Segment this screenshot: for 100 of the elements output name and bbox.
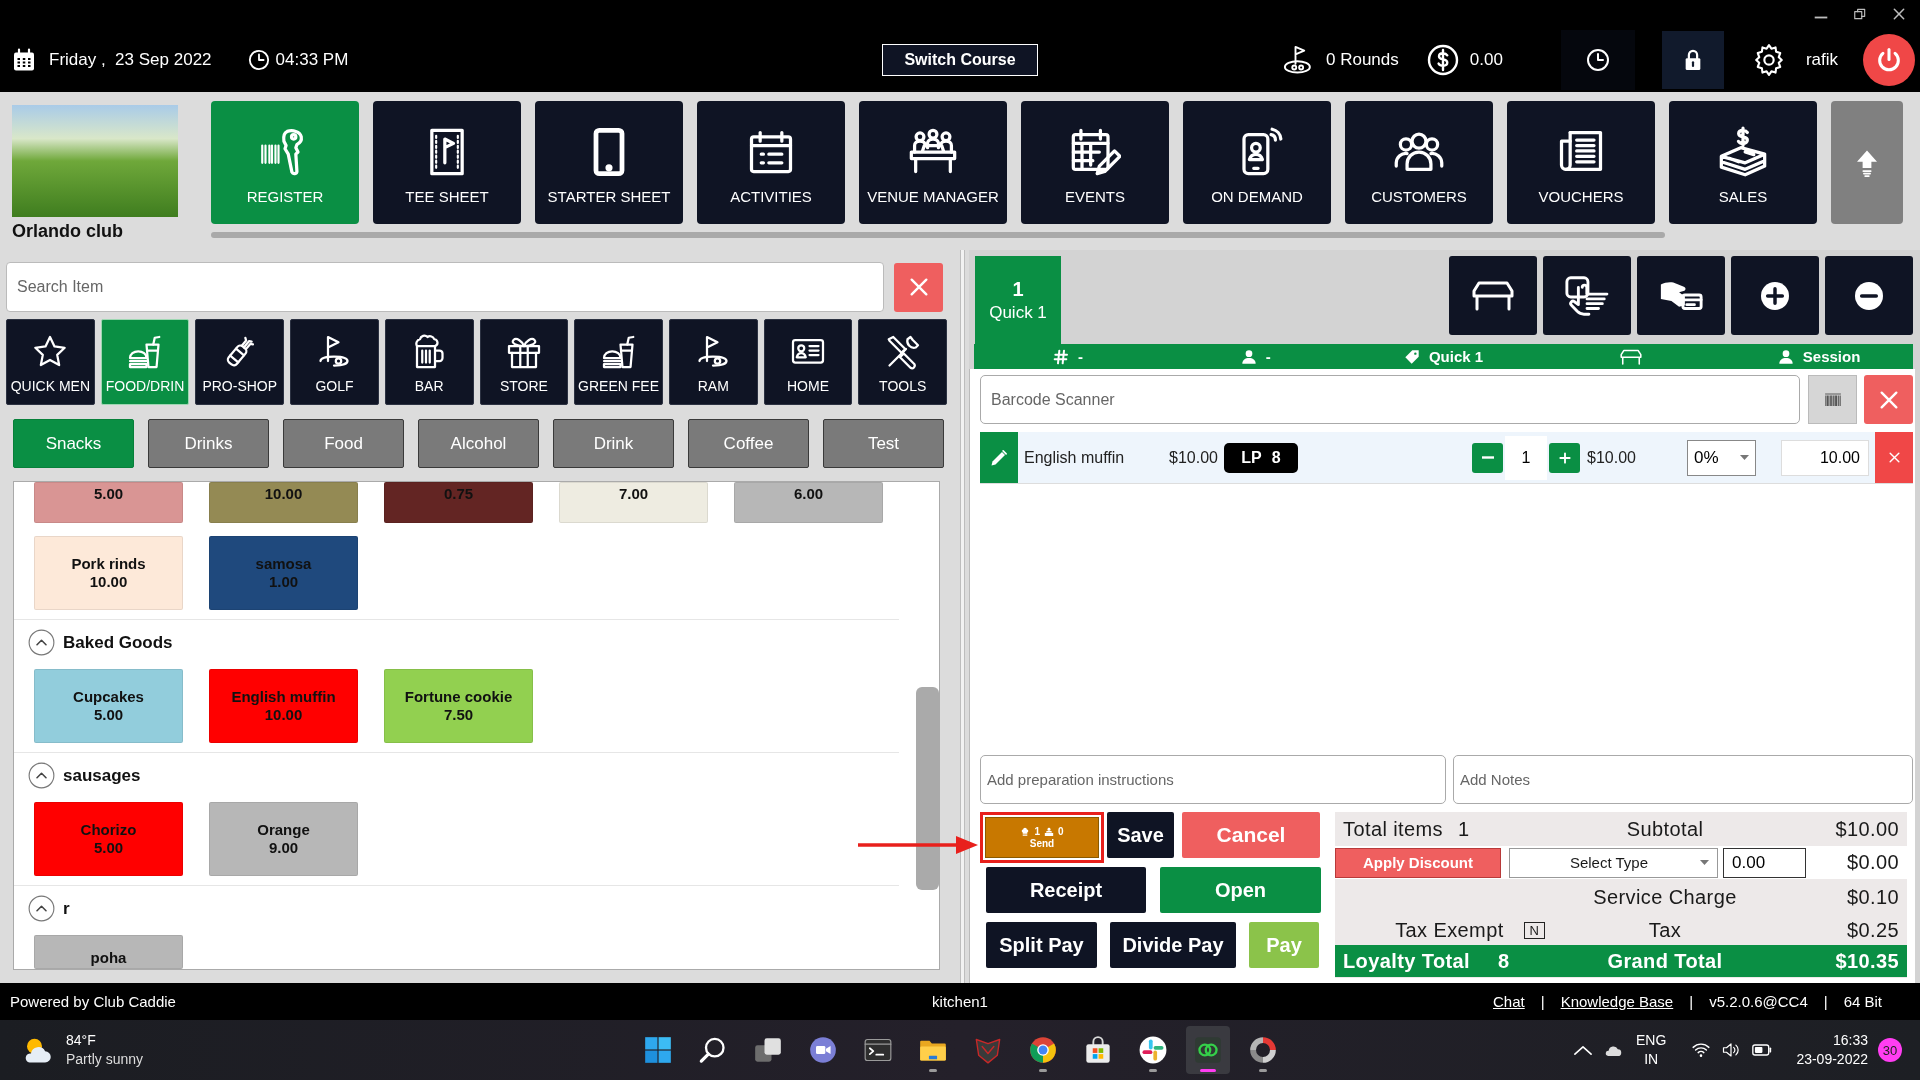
subcategory-tab[interactable]: Drinks <box>148 419 269 468</box>
add-button[interactable] <box>1731 256 1819 335</box>
horizontal-scrollbar[interactable] <box>211 232 1665 238</box>
category-tile[interactable]: HOME <box>763 319 853 405</box>
divide-pay-button[interactable]: Divide Pay <box>1110 922 1236 968</box>
product-tile[interactable]: poha <box>34 935 183 969</box>
food-drink-icon <box>600 334 637 370</box>
separator-text: | <box>1689 993 1694 1010</box>
power-button[interactable] <box>1863 34 1915 86</box>
loyalty-total-label: Loyalty Total <box>1343 949 1471 973</box>
preparation-field[interactable]: Add preparation instructions <box>980 755 1446 804</box>
group-title: Baked Goods <box>63 632 173 653</box>
category-tile[interactable]: GOLF <box>290 319 379 405</box>
notes-field[interactable]: Add Notes <box>1453 755 1913 804</box>
subcategory-tab[interactable]: Drink <box>553 419 674 468</box>
touch-button[interactable] <box>1543 256 1631 335</box>
nav-tile[interactable]: TEE SHEET <box>373 101 521 224</box>
region-text[interactable]: IN <box>1644 1050 1659 1069</box>
nav-tile[interactable]: VENUE MANAGER <box>859 101 1007 224</box>
footer-link[interactable]: Knowledge Base <box>1560 993 1674 1010</box>
separator-text: | <box>1540 993 1545 1010</box>
category-tile[interactable]: RAM <box>668 319 758 405</box>
discount-dropdown[interactable]: 0% <box>1687 439 1756 476</box>
chevron-up-icon[interactable] <box>1574 1044 1593 1056</box>
subcategory-tab[interactable]: Food <box>283 419 404 468</box>
chevron-circle-up-icon[interactable] <box>28 629 55 656</box>
vertical-scrollbar[interactable] <box>916 687 939 890</box>
product-tile[interactable]: 7.00 <box>559 482 708 523</box>
chevron-circle-up-icon[interactable] <box>28 895 55 922</box>
product-tile[interactable]: Orange 9.00 <box>209 802 358 876</box>
split-pay-button[interactable]: Split Pay <box>986 922 1097 968</box>
clock-date[interactable]: 23-09-2022 <box>1796 1050 1868 1069</box>
balance-text: 0.00 <box>1469 50 1503 70</box>
category-tile[interactable]: QUICK MEN <box>6 319 95 405</box>
notification-badge[interactable]: 30 <box>1878 1038 1902 1062</box>
lock-button[interactable] <box>1661 31 1724 89</box>
clock-time[interactable]: 16:33 <box>1832 1031 1868 1050</box>
speaker-icon[interactable] <box>1722 1041 1741 1059</box>
chef-hat-icon <box>1020 826 1031 837</box>
taskbar-button[interactable] <box>1185 1026 1230 1074</box>
nav-tile[interactable]: VOUCHERS <box>1507 101 1655 224</box>
open-button[interactable]: Open <box>1160 867 1321 913</box>
battery-icon[interactable] <box>1752 1044 1773 1056</box>
product-tile[interactable]: 10.00 <box>209 482 358 523</box>
quantity-field[interactable]: 1 <box>1505 435 1547 480</box>
wifi-icon[interactable] <box>1692 1041 1711 1059</box>
remove-button[interactable] <box>1825 256 1913 335</box>
product-tile[interactable]: Fortune cookie 7.50 <box>384 669 533 743</box>
nav-tile[interactable]: EVENTS <box>1021 101 1169 224</box>
decrease-button[interactable] <box>1472 442 1503 473</box>
subcategory-tab[interactable]: Test <box>823 419 944 468</box>
nav-tile[interactable]: ACTIVITIES <box>697 101 845 224</box>
clock-button[interactable] <box>1560 30 1635 90</box>
barcode-button[interactable] <box>1808 375 1857 424</box>
nav-tile[interactable]: REGISTER <box>211 101 359 224</box>
card-payment-button[interactable] <box>1637 256 1725 335</box>
club-name: Orlando club <box>12 221 123 242</box>
scroll-up-button[interactable] <box>1831 101 1903 224</box>
language-text[interactable]: ENG <box>1636 1031 1667 1050</box>
footer-link[interactable]: Chat <box>1493 993 1525 1010</box>
save-button[interactable]: Save <box>1107 812 1174 858</box>
status-text: 64 Bit <box>1843 993 1882 1010</box>
nav-tile[interactable]: STARTER SHEET <box>535 101 683 224</box>
product-tile[interactable]: 5.00 <box>34 482 183 523</box>
clear-barcode-button[interactable] <box>1864 375 1913 424</box>
category-tile[interactable]: FOOD/DRIN <box>100 319 190 405</box>
subcategory-tab[interactable]: Snacks <box>13 419 134 468</box>
close-icon[interactable] <box>1892 7 1906 21</box>
subcategory-tab[interactable]: Alcohol <box>418 419 539 468</box>
nav-tile[interactable]: CUSTOMERS <box>1345 101 1493 224</box>
minimize-icon[interactable] <box>1814 15 1828 19</box>
category-tile[interactable]: PRO-SHOP <box>195 319 285 405</box>
subcategory-tab[interactable]: Coffee <box>688 419 809 468</box>
order-tab[interactable]: 1 Quick 1 <box>975 256 1061 344</box>
clear-search-button[interactable] <box>894 262 943 312</box>
product-tile[interactable]: English muffin 10.00 <box>209 669 358 743</box>
restore-icon[interactable] <box>1853 7 1867 21</box>
nav-tile[interactable]: ON DEMAND <box>1183 101 1331 224</box>
switch-course-button[interactable]: Switch Course <box>882 44 1038 76</box>
amount-field[interactable]: 10.00 <box>1781 439 1869 476</box>
caret-icon <box>1700 860 1709 865</box>
product-tile[interactable]: Chorizo 5.00 <box>34 802 183 876</box>
barcode-field[interactable]: Barcode Scanner <box>980 375 1800 424</box>
product-tile[interactable]: 6.00 <box>734 482 883 523</box>
category-tile[interactable]: TOOLS <box>858 319 948 405</box>
increase-button[interactable] <box>1549 442 1580 473</box>
category-tile[interactable]: STORE <box>479 319 569 405</box>
nav-tile[interactable]: SALES <box>1669 101 1817 224</box>
category-tile[interactable]: BAR <box>384 319 474 405</box>
receipt-button[interactable]: Receipt <box>986 867 1146 913</box>
product-tile[interactable]: Pork rinds 10.00 <box>34 536 183 610</box>
edit-button[interactable] <box>980 432 1018 483</box>
category-tile[interactable]: GREEN FEE <box>574 319 663 405</box>
chevron-circle-up-icon[interactable] <box>28 762 55 789</box>
table-button[interactable] <box>1449 256 1537 335</box>
product-tile[interactable]: Cupcakes 5.00 <box>34 669 183 743</box>
discount-type-dropdown[interactable]: Select Type <box>1509 847 1718 878</box>
search-field[interactable]: Search Item <box>6 262 884 312</box>
tax-exempt-toggle[interactable]: N <box>1523 921 1545 939</box>
discount-value-field[interactable]: 0.00 <box>1723 847 1806 878</box>
